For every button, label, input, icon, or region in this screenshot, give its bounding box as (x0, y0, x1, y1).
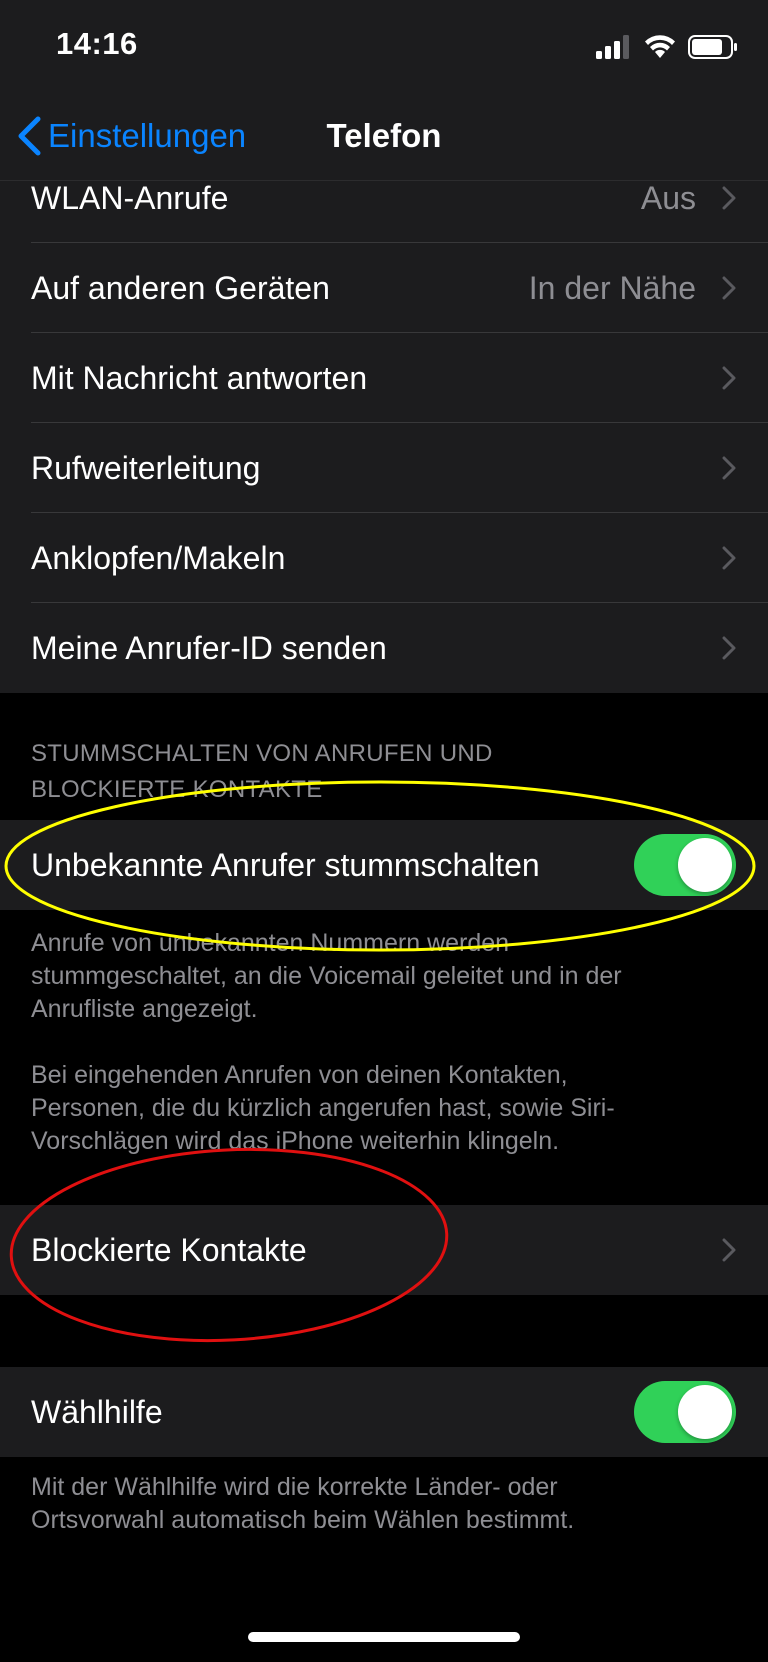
chevron-right-icon (722, 636, 736, 660)
silence-unknown-callers-toggle[interactable] (634, 834, 736, 896)
chevron-right-icon (722, 1238, 736, 1262)
row-label: Anklopfen/Makeln (31, 539, 286, 576)
settings-row-call-waiting[interactable]: Anklopfen/Makeln (0, 513, 768, 603)
page-title-front: Telefon (326, 117, 442, 154)
chevron-right-icon (722, 366, 736, 390)
footer-line: Ortsvorwahl automatisch beim Wählen best… (31, 1506, 575, 1534)
footer-line: Mit der Wählhilfe wird die korrekte Länd… (31, 1473, 558, 1501)
row-label: Meine Anrufer-ID senden (31, 629, 387, 666)
chevron-right-icon (722, 186, 736, 210)
silence-unknown-callers-row: Unbekannte Anrufer stummschalten (0, 820, 768, 910)
footer-line: Anrufe von unbekannten Nummern werden (31, 929, 510, 957)
row-label: Wählhilfe (31, 1393, 163, 1430)
dial-assist-toggle[interactable] (634, 1381, 736, 1443)
row-label: Blockierte Kontakte (31, 1231, 307, 1268)
blocked-contacts-group: Blockierte Kontakte (0, 1205, 768, 1295)
footer-line: Anrufliste angezeigt. (31, 995, 258, 1023)
chevron-right-icon (722, 456, 736, 480)
dial-assist-group: Wählhilfe (0, 1367, 768, 1457)
chevron-right-icon (722, 546, 736, 570)
footer-line: stummgeschaltet, an die Voicemail geleit… (31, 962, 622, 990)
settings-row-other-devices[interactable]: Auf anderen Geräten In der Nähe (0, 243, 768, 333)
settings-row-call-forwarding[interactable]: Rufweiterleitung (0, 423, 768, 513)
navigation-bar-front: Einstellungen Telefon (0, 96, 768, 180)
row-value: In der Nähe (528, 269, 696, 306)
silence-footer: Anrufe von unbekannten Nummern werden st… (31, 927, 741, 1158)
dial-assist-footer: Mit der Wählhilfe wird die korrekte Länd… (31, 1471, 741, 1537)
blocked-contacts-row[interactable]: Blockierte Kontakte (0, 1205, 768, 1295)
settings-row-reply-with-message[interactable]: Mit Nachricht antworten (0, 333, 768, 423)
toggle-knob (678, 1385, 732, 1439)
settings-row-show-caller-id[interactable]: Meine Anrufer-ID senden (0, 603, 768, 693)
section-header: STUMMSCHALTEN VON ANRUFEN UND BLOCKIERTE… (31, 736, 731, 808)
wifi-icon (645, 35, 675, 58)
footer-line: Vorschlägen wird das iPhone weiterhin kl… (31, 1127, 560, 1155)
toggle-knob (678, 838, 732, 892)
cellular-signal-icon (596, 35, 629, 59)
chevron-right-icon (722, 276, 736, 300)
row-label: WLAN-Anrufe (31, 179, 229, 216)
row-label: Auf anderen Geräten (31, 269, 330, 306)
dial-assist-row: Wählhilfe (0, 1367, 768, 1457)
footer-line: Personen, die du kürzlich angerufen hast… (31, 1094, 615, 1122)
row-label: Unbekannte Anrufer stummschalten (31, 846, 540, 883)
footer-line: Bei eingehenden Anrufen von deinen Konta… (31, 1061, 568, 1089)
call-settings-group: WLAN-Anrufe Aus Auf anderen Geräten In d… (0, 153, 768, 693)
row-label: Rufweiterleitung (31, 449, 261, 486)
home-indicator[interactable] (248, 1632, 520, 1642)
section-header-line1: STUMMSCHALTEN VON ANRUFEN UND (31, 740, 493, 767)
battery-icon (688, 35, 737, 59)
status-bar: 14:16 (0, 0, 768, 96)
status-time: 14:16 (56, 26, 138, 61)
row-value: Aus (640, 179, 696, 216)
silence-callers-group: Unbekannte Anrufer stummschalten (0, 820, 768, 910)
row-label: Mit Nachricht antworten (31, 359, 368, 396)
section-header-line2: BLOCKIERTE KONTAKTE (31, 776, 323, 803)
status-icons (596, 30, 738, 64)
